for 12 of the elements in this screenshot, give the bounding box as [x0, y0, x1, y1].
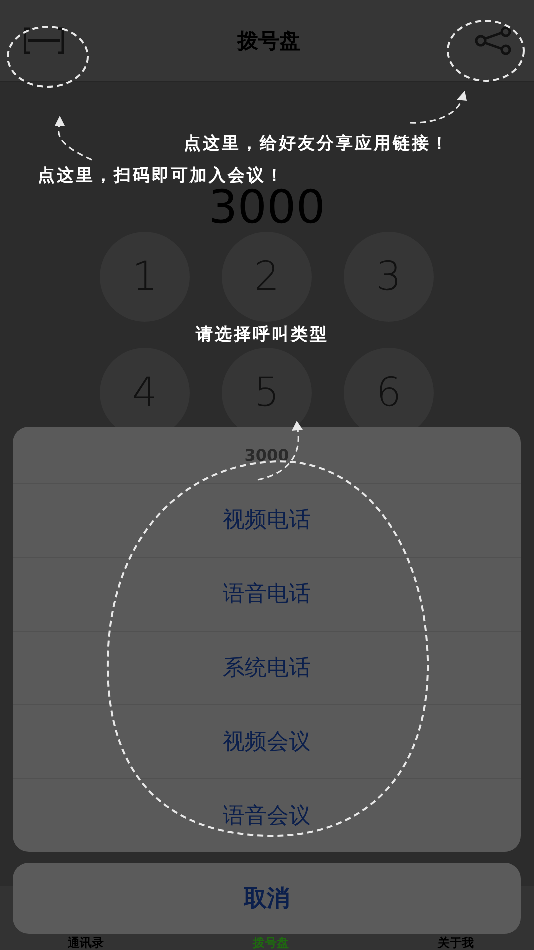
hint-text: 点这里，扫码即可加入会议！: [38, 166, 285, 186]
sheet-option[interactable]: 视频会议: [13, 704, 521, 778]
cancel-button[interactable]: 取消: [13, 863, 521, 934]
sheet-option[interactable]: 语音会议: [13, 778, 521, 852]
hint-text: 点这里，给好友分享应用链接！: [184, 134, 450, 154]
sheet-option[interactable]: 系统电话: [13, 630, 521, 704]
sheet-option[interactable]: 视频电话: [13, 483, 521, 557]
hint-text: 请选择呼叫类型: [196, 325, 329, 345]
sheet-option[interactable]: 语音电话: [13, 556, 521, 631]
pointer-arrow: [55, 116, 92, 161]
scan-icon[interactable]: [24, 26, 64, 54]
pointer-arrow: [410, 91, 467, 124]
